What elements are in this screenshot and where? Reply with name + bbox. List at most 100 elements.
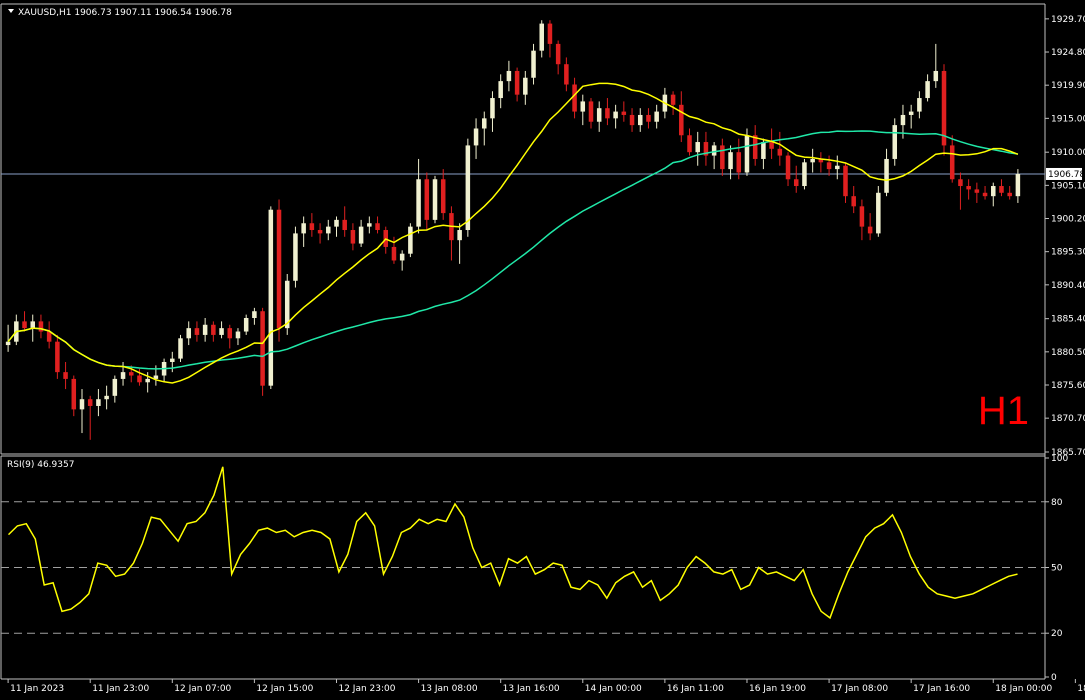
- candle-body: [531, 50, 536, 78]
- candle-body: [900, 114, 906, 126]
- candle-body: [744, 135, 750, 173]
- candle-body: [342, 219, 347, 231]
- candle: [260, 307, 265, 396]
- candle-body: [87, 399, 93, 406]
- chart-background: [0, 0, 1085, 700]
- candle-body: [465, 145, 471, 231]
- candle-body: [55, 341, 60, 373]
- price-tick-label: 1924.80: [1051, 48, 1085, 58]
- candle-body: [859, 206, 865, 227]
- candle-body: [30, 321, 35, 329]
- candle: [293, 226, 298, 288]
- candle-body: [268, 209, 274, 386]
- candle-body: [252, 311, 257, 318]
- rsi-tick-label: 0: [1051, 673, 1057, 683]
- candle-body: [490, 98, 495, 119]
- candle-body: [301, 223, 306, 234]
- candle-body: [564, 64, 569, 85]
- candle-body: [514, 70, 520, 95]
- candle-body: [654, 111, 659, 122]
- candle-body: [194, 328, 200, 335]
- candle-body: [761, 142, 766, 159]
- rsi-title: RSI(9) 46.9357: [7, 460, 74, 470]
- rsi-tick-label: 20: [1051, 629, 1063, 639]
- candle-body: [711, 145, 717, 156]
- candle-body: [925, 81, 930, 99]
- price-tick-label: 1919.90: [1051, 81, 1085, 91]
- time-tick-label: 11 Jan 23:00: [92, 684, 149, 694]
- candle-body: [999, 186, 1004, 193]
- candle-body: [38, 321, 44, 332]
- candle-body: [785, 155, 791, 180]
- time-tick-label: 12 Jan 15:00: [256, 684, 313, 694]
- candle-body: [793, 179, 799, 187]
- candle-body: [613, 111, 618, 119]
- candle-body: [966, 186, 971, 190]
- candle: [276, 199, 282, 342]
- candle-body: [629, 114, 635, 126]
- candle-body: [326, 226, 331, 234]
- rsi-tick-label: 80: [1051, 498, 1063, 508]
- price-tick-label: 1915.00: [1051, 114, 1085, 124]
- candle-body: [958, 179, 963, 187]
- candle-body: [539, 23, 544, 51]
- candle-body: [949, 145, 955, 180]
- candle-body: [605, 108, 610, 119]
- candle-body: [71, 378, 77, 410]
- candle: [892, 118, 898, 166]
- candle-body: [523, 77, 528, 95]
- candle-body: [843, 165, 848, 197]
- candle-body: [670, 94, 676, 105]
- trading-chart[interactable]: 1929.70 1924.80 1919.90 1915.00 1910.00 1905.…: [0, 0, 1085, 700]
- time-tick-label: 18 Jan 00:00: [995, 684, 1052, 694]
- candle-body: [555, 43, 561, 65]
- candle-body: [498, 81, 503, 99]
- candle-body: [219, 328, 224, 335]
- candle-body: [63, 372, 68, 379]
- timeframe-watermark: H1: [978, 389, 1029, 433]
- candle-body: [202, 324, 208, 335]
- candle-body: [309, 223, 315, 231]
- price-tick-label: 1895.30: [1051, 248, 1085, 258]
- candle-body: [367, 223, 372, 227]
- candle-body: [96, 399, 101, 406]
- candle-body: [358, 226, 364, 244]
- candle-body: [276, 209, 282, 329]
- candle-body: [687, 135, 692, 153]
- candle: [802, 158, 807, 190]
- candle-body: [637, 114, 643, 126]
- candle-body: [79, 399, 85, 410]
- time-tick-label: 16 Jan 11:00: [667, 684, 724, 694]
- candle-body: [646, 114, 651, 122]
- candle-body: [243, 317, 249, 332]
- candle-body: [908, 111, 914, 115]
- candle-body: [104, 395, 109, 400]
- candle-body: [974, 189, 980, 193]
- candle-body: [826, 162, 832, 170]
- candle: [941, 64, 947, 156]
- candle-body: [810, 158, 815, 163]
- candle-body: [375, 223, 380, 231]
- time-tick-label: 11 Jan 2023: [10, 684, 64, 694]
- time-tick-label: 14 Jan 00:00: [585, 684, 642, 694]
- price-tick-label: 1929.70: [1051, 15, 1085, 25]
- candle-body: [424, 179, 430, 220]
- candle-body: [769, 142, 774, 149]
- candle-body: [186, 328, 191, 339]
- candle-body: [391, 246, 397, 261]
- candle-body: [892, 125, 898, 159]
- candle-body: [350, 230, 356, 244]
- time-tick-label: 12 Jan 07:00: [174, 684, 231, 694]
- rsi-tick-label: 100: [1051, 454, 1068, 464]
- candle-body: [260, 311, 265, 386]
- candle-body: [334, 219, 339, 227]
- candle-body: [137, 375, 142, 383]
- candle-body: [235, 331, 241, 339]
- candle-body: [128, 372, 134, 376]
- price-tick-label: 1885.40: [1051, 315, 1085, 325]
- candle-body: [720, 145, 725, 170]
- symbol-ohlc-label: XAUUSD,H1 1906.73 1907.11 1906.54 1906.7…: [18, 8, 232, 18]
- time-tick-label: 13 Jan 08:00: [421, 684, 478, 694]
- price-tick-label: 1905.10: [1051, 181, 1085, 191]
- price-tick-label: 1880.50: [1051, 348, 1085, 358]
